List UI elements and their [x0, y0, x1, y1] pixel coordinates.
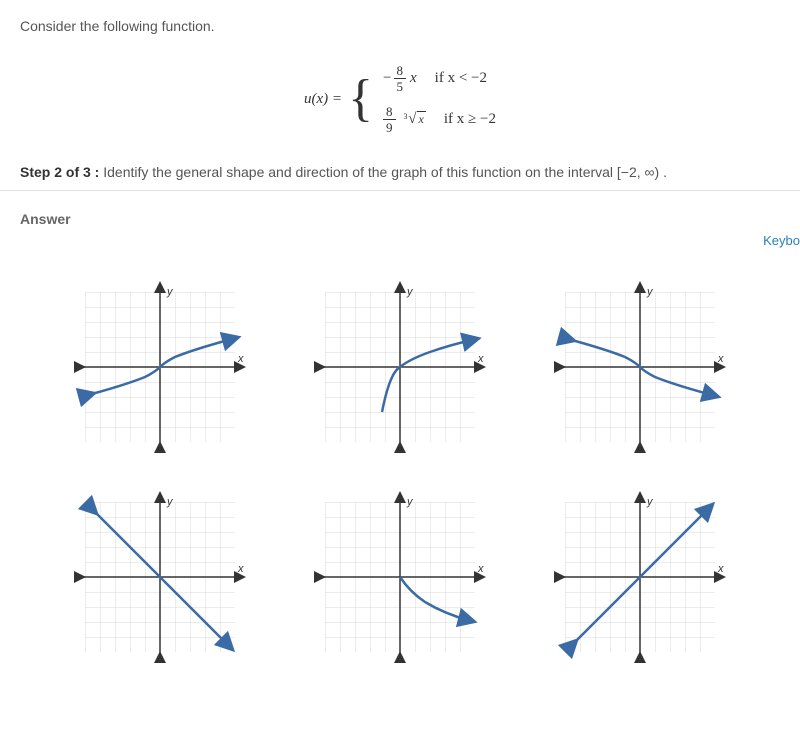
function-case-2: 8 9 3 √x if x ≥ −2: [383, 105, 496, 134]
graph-option-6[interactable]: y x: [550, 487, 730, 667]
svg-text:x: x: [237, 353, 244, 365]
graph-option-5[interactable]: y x: [310, 487, 490, 667]
graph-option-2[interactable]: y x: [310, 277, 490, 457]
function-definition: u(x) = { − 8 5 x if x < −2: [20, 64, 780, 134]
question-section: Consider the following function. u(x) = …: [0, 0, 800, 191]
graph-option-3[interactable]: y x: [550, 277, 730, 457]
svg-text:x: x: [717, 563, 724, 575]
graph-option-4[interactable]: y x: [70, 487, 250, 667]
prompt-text: Consider the following function.: [20, 18, 780, 34]
answer-label: Answer: [20, 211, 780, 227]
svg-text:x: x: [477, 563, 484, 575]
svg-text:x: x: [237, 563, 244, 575]
function-name: u(x) =: [304, 91, 342, 108]
keyboard-shortcuts-link[interactable]: Keybo: [763, 233, 800, 248]
graph-options-grid: y x y x y x y x: [20, 237, 780, 677]
function-case-1: − 8 5 x if x < −2: [383, 64, 496, 93]
answer-section: Answer Keybo y x: [0, 191, 800, 697]
brace-icon: {: [348, 76, 373, 123]
step-instruction: Step 2 of 3 : Identify the general shape…: [20, 164, 780, 180]
svg-text:x: x: [717, 353, 724, 365]
graph-option-1[interactable]: y x: [70, 277, 250, 457]
svg-text:x: x: [477, 353, 484, 365]
